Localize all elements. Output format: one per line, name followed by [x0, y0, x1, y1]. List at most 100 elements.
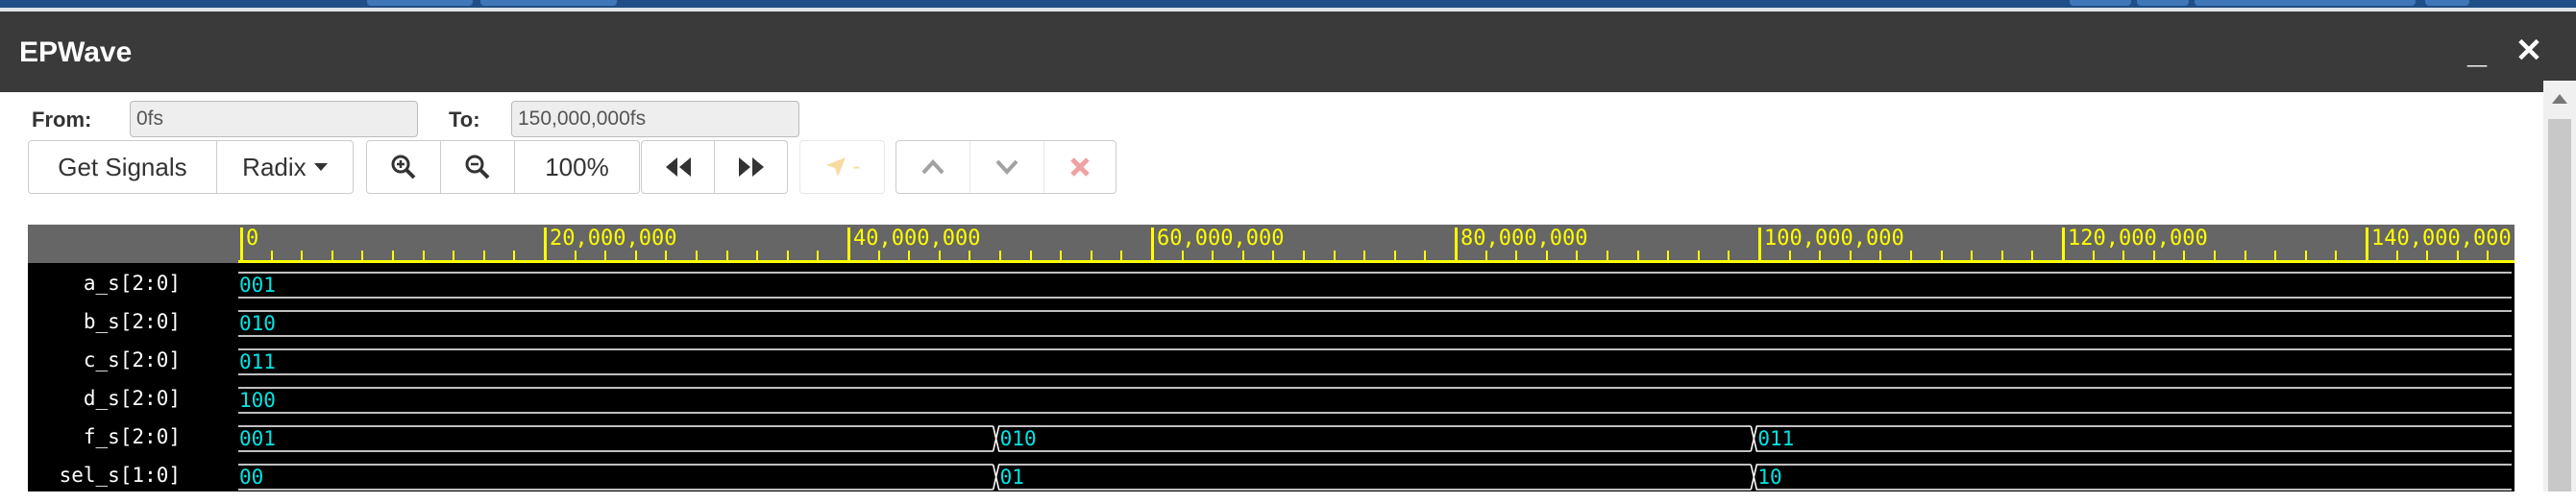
- ruler-minor-tick: [1515, 251, 1518, 260]
- from-label: From:: [32, 108, 92, 132]
- zoom-group: 100%: [366, 140, 640, 194]
- ruler-tick-label: 20,000,000: [550, 227, 677, 251]
- ruler-minor-tick: [696, 251, 698, 260]
- previous-edge-button[interactable]: [642, 141, 714, 193]
- value-segment-outline: [994, 464, 1755, 491]
- ruler-minor-tick: [331, 251, 333, 260]
- ruler-minor-tick: [877, 251, 880, 260]
- ruler-major-tick: [1455, 228, 1458, 260]
- browser-tab[interactable]: [367, 0, 473, 6]
- ruler-minor-tick: [2214, 251, 2216, 260]
- signals-group: Get Signals Radix: [28, 140, 354, 194]
- signal-name[interactable]: d_s[2:0]: [28, 387, 181, 410]
- ruler-major-tick: [2062, 228, 2065, 260]
- ruler-minor-tick: [756, 251, 759, 260]
- ruler-minor-tick: [1667, 251, 1670, 260]
- to-input[interactable]: [511, 101, 799, 137]
- ruler-tick-label: 120,000,000: [2068, 227, 2208, 251]
- signal-name[interactable]: a_s[2:0]: [28, 272, 181, 295]
- value-segment-outline: [1753, 425, 2512, 452]
- ruler-minor-tick: [482, 251, 485, 260]
- time-ruler[interactable]: 0 20,000,000 40,000,000 60,000,000 80,000,00…: [238, 225, 2515, 263]
- value-segment-outline: [238, 310, 2512, 337]
- ruler-minor-tick: [1333, 251, 1336, 260]
- move-down-button[interactable]: [969, 141, 1043, 193]
- ruler-minor-tick: [270, 251, 273, 260]
- get-signals-button[interactable]: Get Signals: [29, 141, 216, 193]
- ruler-minor-tick: [1241, 251, 1244, 260]
- close-button[interactable]: ✕: [2507, 29, 2551, 73]
- move-up-button[interactable]: [896, 141, 969, 193]
- ruler-minor-tick: [2092, 251, 2095, 260]
- ruler-minor-tick: [1120, 251, 1123, 260]
- ruler-minor-tick: [2244, 251, 2246, 260]
- ruler-minor-tick: [2426, 251, 2429, 260]
- ruler-minor-tick: [301, 251, 304, 260]
- navigation-group: [641, 140, 788, 194]
- ruler-major-tick: [544, 228, 547, 260]
- scroll-up-arrow-icon[interactable]: [2552, 94, 2567, 104]
- chevron-down-icon: [995, 159, 1018, 175]
- signal-name-header: [28, 225, 238, 263]
- ruler-tick-label: 140,000,000: [2371, 227, 2512, 251]
- ruler-minor-tick: [422, 251, 425, 260]
- scrollbar-thumb[interactable]: [2548, 119, 2571, 491]
- ruler-minor-tick: [786, 251, 789, 260]
- ruler-major-tick: [240, 228, 243, 260]
- value-segment-outline: [238, 272, 2512, 299]
- zoom-in-button[interactable]: [367, 141, 440, 193]
- ruler-major-tick: [2366, 228, 2368, 260]
- delete-signal-button[interactable]: [1043, 141, 1116, 193]
- signal-name[interactable]: c_s[2:0]: [28, 348, 181, 371]
- ruler-minor-tick: [725, 251, 728, 260]
- ruler-minor-tick: [2335, 251, 2338, 260]
- ruler-minor-tick: [2031, 251, 2034, 260]
- chevron-up-icon: [921, 159, 945, 175]
- zoom-out-button[interactable]: [440, 141, 513, 193]
- browser-tab[interactable]: [2425, 0, 2469, 6]
- signal-name[interactable]: b_s[2:0]: [28, 310, 181, 333]
- value-segment-outline: [238, 387, 2512, 414]
- browser-tab[interactable]: [2137, 0, 2189, 6]
- browser-tab[interactable]: [2195, 0, 2416, 6]
- signal-name[interactable]: f_s[2:0]: [28, 425, 181, 448]
- from-input[interactable]: [130, 101, 418, 137]
- signal-waveform[interactable]: 011: [238, 346, 2515, 376]
- ruler-minor-tick: [1181, 251, 1184, 260]
- minimize-button[interactable]: _: [2458, 29, 2496, 73]
- ruler-minor-tick: [665, 251, 668, 260]
- zoom-level[interactable]: 100%: [513, 141, 639, 193]
- radix-dropdown[interactable]: Radix: [215, 141, 353, 193]
- ruler-minor-tick: [2487, 251, 2490, 260]
- signal-waveform[interactable]: 001: [238, 269, 2515, 299]
- zoom-in-icon: [391, 155, 416, 180]
- signal-value: 00: [239, 466, 263, 489]
- signal-waveform[interactable]: 00 01 10: [238, 461, 2515, 491]
- browser-tab[interactable]: [480, 0, 617, 6]
- signal-waveform[interactable]: 001 010 011: [238, 422, 2515, 453]
- signal-value: 01: [1000, 466, 1024, 489]
- ruler-minor-tick: [1636, 251, 1639, 260]
- signal-value: 10: [1757, 466, 1781, 489]
- marker-group: -: [799, 140, 885, 194]
- ruler-major-tick: [1758, 228, 1761, 260]
- ruler-minor-tick: [969, 251, 971, 260]
- signal-waveform[interactable]: 010: [238, 307, 2515, 338]
- signal-waveform[interactable]: 100: [238, 384, 2515, 415]
- ruler-minor-tick: [574, 251, 577, 260]
- signal-name[interactable]: sel_s[1:0]: [28, 464, 181, 487]
- ruler-minor-tick: [1029, 251, 1032, 260]
- ruler-tick-label: 40,000,000: [853, 227, 981, 251]
- ruler-minor-tick: [513, 251, 516, 260]
- ruler-minor-tick: [1060, 251, 1063, 260]
- waveform-viewer[interactable]: 0 20,000,000 40,000,000 60,000,000 80,000,00…: [28, 225, 2515, 491]
- ruler-minor-tick: [1090, 251, 1092, 260]
- value-segment-outline: [238, 464, 997, 491]
- browser-tab[interactable]: [2070, 0, 2131, 6]
- caret-down-icon: [313, 163, 328, 171]
- ruler-major-tick: [847, 228, 850, 260]
- cursor-marker-button[interactable]: -: [800, 141, 884, 193]
- next-edge-button[interactable]: [714, 141, 787, 193]
- ruler-minor-tick: [1910, 251, 1912, 260]
- value-segment-outline: [994, 425, 1755, 452]
